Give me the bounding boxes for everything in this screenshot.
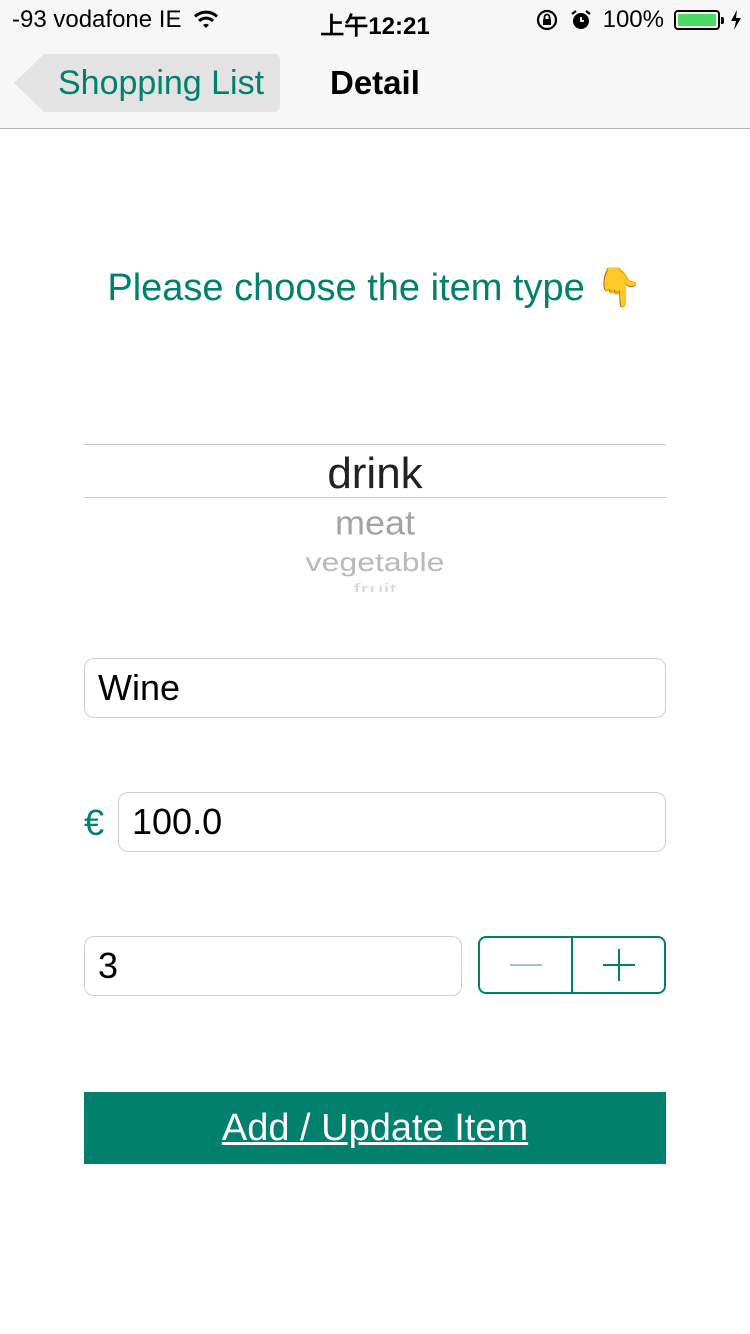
price-field[interactable]: 100.0 <box>118 792 666 852</box>
quantity-stepper[interactable] <box>478 936 666 994</box>
battery-icon <box>674 10 724 30</box>
item-type-picker[interactable]: drink meat vegetable fruit <box>84 444 666 604</box>
quantity-value: 3 <box>98 945 119 986</box>
decrement-button[interactable] <box>480 938 573 992</box>
back-button-label[interactable]: Shopping List <box>58 64 264 103</box>
add-update-item-button[interactable]: Add / Update Item <box>84 1092 666 1164</box>
price-value: 100.0 <box>132 801 223 842</box>
picker-item[interactable]: fruit <box>84 580 666 592</box>
item-type-prompt: Please choose the item type 👇 <box>107 267 643 309</box>
item-name-field[interactable]: Wine <box>84 658 666 718</box>
increment-button[interactable] <box>573 938 664 992</box>
alarm-icon <box>570 10 591 29</box>
add-update-item-label[interactable]: Add / Update Item <box>222 1107 528 1150</box>
quantity-field[interactable]: 3 <box>84 936 462 996</box>
picker-item[interactable]: meat <box>84 503 666 543</box>
minus-icon <box>509 964 542 966</box>
status-bar: -93 vodafone IE 上午12:21 100% <box>0 0 750 40</box>
battery-percent: 100% <box>602 6 664 33</box>
navigation-bar: Shopping List Detail <box>0 40 750 129</box>
charging-icon <box>731 10 741 30</box>
picker-item[interactable]: vegetable <box>84 547 666 577</box>
orientation-lock-icon <box>536 9 557 31</box>
picker-top-divider <box>84 444 666 445</box>
status-right: 100% <box>535 6 742 34</box>
plus-icon-vertical <box>617 949 620 981</box>
item-name-value: Wine <box>98 667 181 708</box>
page-title: Detail <box>330 64 420 101</box>
currency-symbol: € <box>84 802 105 843</box>
picker-item-selected[interactable]: drink <box>84 449 666 499</box>
